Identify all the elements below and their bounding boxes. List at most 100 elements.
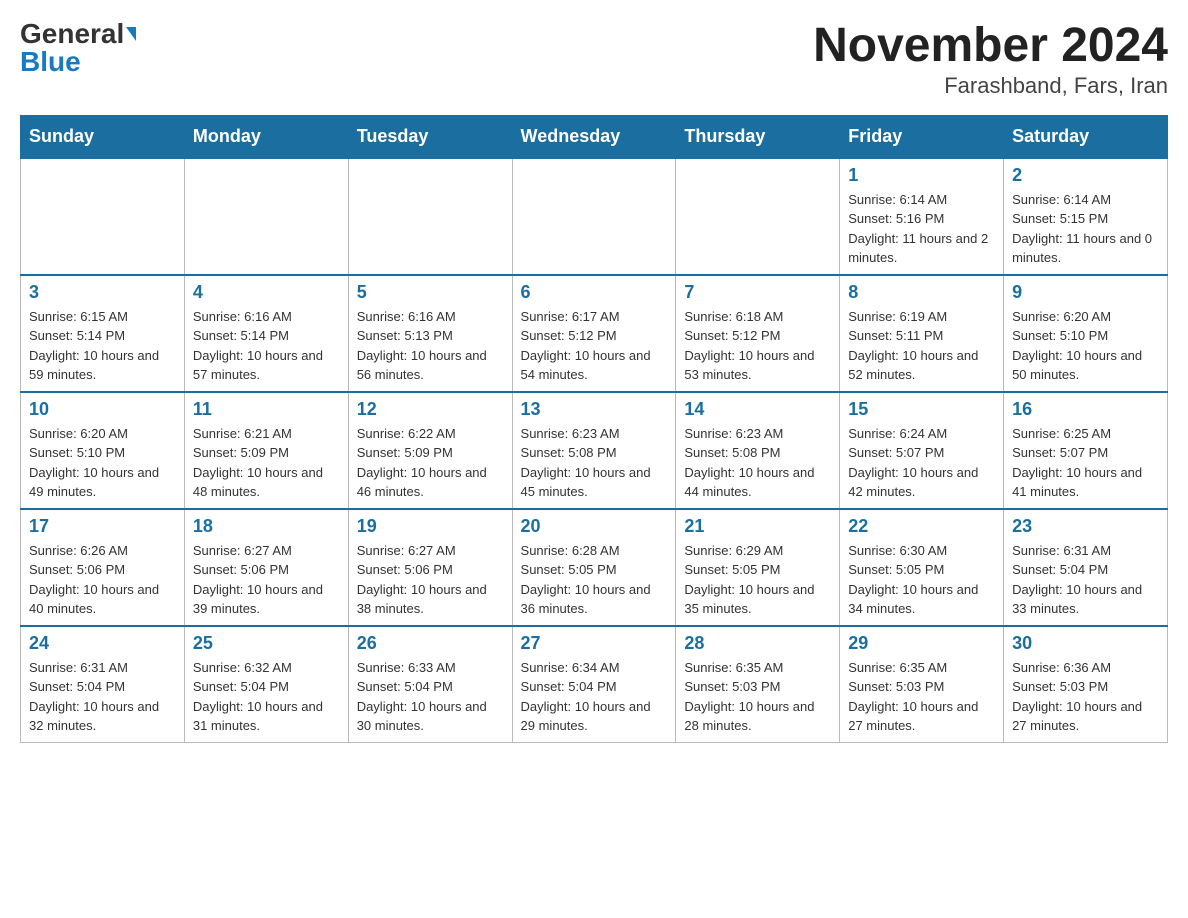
- calendar-cell: 1 Sunrise: 6:14 AM Sunset: 5:16 PM Daylig…: [840, 158, 1004, 275]
- calendar-cell: [512, 158, 676, 275]
- day-info: Sunrise: 6:30 AM Sunset: 5:05 PM Dayligh…: [848, 541, 995, 619]
- weekday-header-wednesday: Wednesday: [512, 115, 676, 158]
- logo: General Blue: [20, 20, 136, 76]
- calendar-cell: 21Sunrise: 6:29 AM Sunset: 5:05 PM Dayli…: [676, 509, 840, 626]
- calendar-cell: 10Sunrise: 6:20 AM Sunset: 5:10 PM Dayli…: [21, 392, 185, 509]
- calendar-cell: 8 Sunrise: 6:19 AM Sunset: 5:11 PM Daylig…: [840, 275, 1004, 392]
- day-number: 5: [357, 282, 504, 303]
- day-number: 28: [684, 633, 831, 654]
- title-block: November 2024 Farashband, Fars, Iran: [813, 20, 1168, 99]
- logo-arrow-icon: [126, 27, 136, 41]
- weekday-header-friday: Friday: [840, 115, 1004, 158]
- calendar-cell: 20 Sunrise: 6:28 AM Sunset: 5:05 PM Dayli…: [512, 509, 676, 626]
- day-number: 15: [848, 399, 995, 420]
- day-number: 11: [193, 399, 340, 420]
- day-info: Sunrise: 6:27 AM Sunset: 5:06 PM Dayligh…: [193, 541, 340, 619]
- day-info: Sunrise: 6:35 AM Sunset: 5:03 PM Dayligh…: [684, 658, 831, 736]
- calendar-cell: 24 Sunrise: 6:31 AM Sunset: 5:04 PM Dayli…: [21, 626, 185, 743]
- page-header: General Blue November 2024 Farashband, F…: [20, 20, 1168, 99]
- day-info: Sunrise: 6:20 AM Sunset: 5:10 PM Dayligh…: [1012, 307, 1159, 385]
- day-number: 14: [684, 399, 831, 420]
- day-number: 26: [357, 633, 504, 654]
- day-info: Sunrise: 6:31 AM Sunset: 5:04 PM Dayligh…: [1012, 541, 1159, 619]
- day-number: 20: [521, 516, 668, 537]
- calendar-week-1: 1 Sunrise: 6:14 AM Sunset: 5:16 PM Daylig…: [21, 158, 1168, 275]
- day-number: 1: [848, 165, 995, 186]
- calendar-cell: 25 Sunrise: 6:32 AM Sunset: 5:04 PM Dayli…: [184, 626, 348, 743]
- day-number: 22: [848, 516, 995, 537]
- calendar-cell: 26 Sunrise: 6:33 AM Sunset: 5:04 PM Dayli…: [348, 626, 512, 743]
- calendar-week-3: 10Sunrise: 6:20 AM Sunset: 5:10 PM Dayli…: [21, 392, 1168, 509]
- calendar-cell: 30 Sunrise: 6:36 AM Sunset: 5:03 PM Dayli…: [1004, 626, 1168, 743]
- weekday-header-tuesday: Tuesday: [348, 115, 512, 158]
- day-info: Sunrise: 6:18 AM Sunset: 5:12 PM Dayligh…: [684, 307, 831, 385]
- day-info: Sunrise: 6:19 AM Sunset: 5:11 PM Dayligh…: [848, 307, 995, 385]
- day-info: Sunrise: 6:23 AM Sunset: 5:08 PM Dayligh…: [521, 424, 668, 502]
- calendar-cell: [676, 158, 840, 275]
- day-number: 17: [29, 516, 176, 537]
- calendar-cell: 3 Sunrise: 6:15 AM Sunset: 5:14 PM Daylig…: [21, 275, 185, 392]
- day-info: Sunrise: 6:29 AM Sunset: 5:05 PM Dayligh…: [684, 541, 831, 619]
- day-number: 3: [29, 282, 176, 303]
- day-info: Sunrise: 6:33 AM Sunset: 5:04 PM Dayligh…: [357, 658, 504, 736]
- day-info: Sunrise: 6:16 AM Sunset: 5:14 PM Dayligh…: [193, 307, 340, 385]
- calendar-cell: 23Sunrise: 6:31 AM Sunset: 5:04 PM Dayli…: [1004, 509, 1168, 626]
- weekday-header-saturday: Saturday: [1004, 115, 1168, 158]
- day-number: 24: [29, 633, 176, 654]
- calendar-cell: 4 Sunrise: 6:16 AM Sunset: 5:14 PM Daylig…: [184, 275, 348, 392]
- day-info: Sunrise: 6:17 AM Sunset: 5:12 PM Dayligh…: [521, 307, 668, 385]
- calendar-cell: 7 Sunrise: 6:18 AM Sunset: 5:12 PM Daylig…: [676, 275, 840, 392]
- month-title: November 2024: [813, 20, 1168, 73]
- day-number: 25: [193, 633, 340, 654]
- calendar-week-5: 24 Sunrise: 6:31 AM Sunset: 5:04 PM Dayli…: [21, 626, 1168, 743]
- calendar-cell: 2Sunrise: 6:14 AM Sunset: 5:15 PM Daylig…: [1004, 158, 1168, 275]
- calendar-cell: 19Sunrise: 6:27 AM Sunset: 5:06 PM Dayli…: [348, 509, 512, 626]
- day-info: Sunrise: 6:31 AM Sunset: 5:04 PM Dayligh…: [29, 658, 176, 736]
- calendar-cell: [184, 158, 348, 275]
- day-info: Sunrise: 6:28 AM Sunset: 5:05 PM Dayligh…: [521, 541, 668, 619]
- calendar-cell: 9 Sunrise: 6:20 AM Sunset: 5:10 PM Daylig…: [1004, 275, 1168, 392]
- day-number: 16: [1012, 399, 1159, 420]
- day-number: 10: [29, 399, 176, 420]
- calendar-cell: 15 Sunrise: 6:24 AM Sunset: 5:07 PM Dayli…: [840, 392, 1004, 509]
- logo-general-text: General: [20, 20, 124, 48]
- calendar-cell: 27 Sunrise: 6:34 AM Sunset: 5:04 PM Dayli…: [512, 626, 676, 743]
- weekday-header-row: SundayMondayTuesdayWednesdayThursdayFrid…: [21, 115, 1168, 158]
- day-number: 30: [1012, 633, 1159, 654]
- day-number: 19: [357, 516, 504, 537]
- day-info: Sunrise: 6:32 AM Sunset: 5:04 PM Dayligh…: [193, 658, 340, 736]
- day-number: 8: [848, 282, 995, 303]
- day-number: 4: [193, 282, 340, 303]
- day-info: Sunrise: 6:22 AM Sunset: 5:09 PM Dayligh…: [357, 424, 504, 502]
- calendar-cell: 5 Sunrise: 6:16 AM Sunset: 5:13 PM Daylig…: [348, 275, 512, 392]
- calendar-table: SundayMondayTuesdayWednesdayThursdayFrid…: [20, 115, 1168, 743]
- day-info: Sunrise: 6:36 AM Sunset: 5:03 PM Dayligh…: [1012, 658, 1159, 736]
- calendar-cell: 29 Sunrise: 6:35 AM Sunset: 5:03 PM Dayli…: [840, 626, 1004, 743]
- calendar-week-2: 3 Sunrise: 6:15 AM Sunset: 5:14 PM Daylig…: [21, 275, 1168, 392]
- day-number: 12: [357, 399, 504, 420]
- day-info: Sunrise: 6:14 AM Sunset: 5:16 PM Dayligh…: [848, 190, 995, 268]
- calendar-cell: 14 Sunrise: 6:23 AM Sunset: 5:08 PM Dayli…: [676, 392, 840, 509]
- calendar-cell: 28 Sunrise: 6:35 AM Sunset: 5:03 PM Dayli…: [676, 626, 840, 743]
- day-info: Sunrise: 6:34 AM Sunset: 5:04 PM Dayligh…: [521, 658, 668, 736]
- calendar-cell: [21, 158, 185, 275]
- calendar-week-4: 17 Sunrise: 6:26 AM Sunset: 5:06 PM Dayli…: [21, 509, 1168, 626]
- day-number: 6: [521, 282, 668, 303]
- day-info: Sunrise: 6:15 AM Sunset: 5:14 PM Dayligh…: [29, 307, 176, 385]
- day-info: Sunrise: 6:16 AM Sunset: 5:13 PM Dayligh…: [357, 307, 504, 385]
- day-number: 9: [1012, 282, 1159, 303]
- weekday-header-sunday: Sunday: [21, 115, 185, 158]
- calendar-cell: 17 Sunrise: 6:26 AM Sunset: 5:06 PM Dayli…: [21, 509, 185, 626]
- calendar-cell: [348, 158, 512, 275]
- calendar-cell: 16Sunrise: 6:25 AM Sunset: 5:07 PM Dayli…: [1004, 392, 1168, 509]
- calendar-cell: 6 Sunrise: 6:17 AM Sunset: 5:12 PM Daylig…: [512, 275, 676, 392]
- day-info: Sunrise: 6:35 AM Sunset: 5:03 PM Dayligh…: [848, 658, 995, 736]
- day-info: Sunrise: 6:23 AM Sunset: 5:08 PM Dayligh…: [684, 424, 831, 502]
- day-info: Sunrise: 6:21 AM Sunset: 5:09 PM Dayligh…: [193, 424, 340, 502]
- day-info: Sunrise: 6:26 AM Sunset: 5:06 PM Dayligh…: [29, 541, 176, 619]
- day-number: 7: [684, 282, 831, 303]
- calendar-cell: 12 Sunrise: 6:22 AM Sunset: 5:09 PM Dayli…: [348, 392, 512, 509]
- day-number: 27: [521, 633, 668, 654]
- day-number: 29: [848, 633, 995, 654]
- day-info: Sunrise: 6:24 AM Sunset: 5:07 PM Dayligh…: [848, 424, 995, 502]
